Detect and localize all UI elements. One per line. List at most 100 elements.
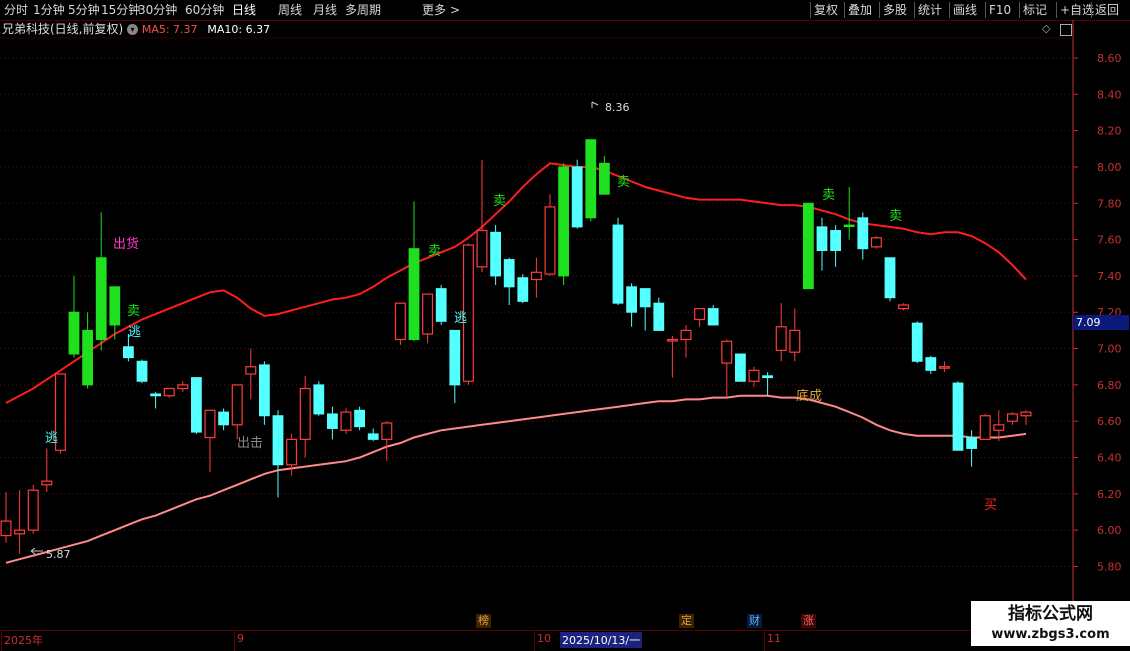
- toolbar-button-8[interactable]: 返回: [1095, 2, 1119, 18]
- candle-body: [680, 329, 692, 341]
- chevron-right-icon[interactable]: >: [450, 2, 460, 18]
- toolbar-button-4[interactable]: 画线: [953, 2, 977, 18]
- toolbar-separator: [1091, 2, 1092, 18]
- axis-tick-label: 6.80: [1097, 379, 1122, 392]
- candle-body: [313, 384, 325, 415]
- axis-tick-label: 5.80: [1097, 560, 1122, 573]
- axis-tick-label: 7.60: [1097, 234, 1122, 247]
- date-label: 9: [237, 632, 244, 645]
- period-1[interactable]: 1分钟: [33, 2, 65, 18]
- toolbar-button-0[interactable]: 复权: [814, 2, 838, 18]
- event-marker[interactable]: 定: [679, 614, 694, 628]
- axis-tick-label: 6.60: [1097, 415, 1122, 428]
- high-marker: [591, 101, 599, 108]
- candle-body: [41, 480, 53, 486]
- more-periods-button[interactable]: 更多: [422, 2, 446, 18]
- toolbar-button-6[interactable]: 标记: [1023, 2, 1047, 18]
- candle-body: [204, 409, 216, 439]
- axis-tick-label: 8.00: [1097, 161, 1122, 174]
- date-label: 2025年: [4, 634, 43, 647]
- event-marker[interactable]: 涨: [801, 614, 816, 628]
- candle-body: [394, 302, 406, 341]
- axis-tick-label: 8.20: [1097, 125, 1122, 138]
- candle-body: [952, 382, 964, 451]
- candle-body: [1020, 411, 1032, 417]
- escape-signal: 逃: [454, 311, 467, 326]
- axis-tick-label: 6.40: [1097, 452, 1122, 465]
- toolbar-separator: [844, 2, 845, 18]
- sell-signal: 卖: [617, 175, 630, 190]
- sell-signal: 卖: [428, 244, 441, 259]
- period-2[interactable]: 5分钟: [68, 2, 100, 18]
- candle-body: [1006, 413, 1018, 422]
- period-6[interactable]: 日线: [232, 2, 256, 18]
- period-8[interactable]: 月线: [313, 2, 337, 18]
- toolbar-button-2[interactable]: 多股: [883, 2, 907, 18]
- candle-body: [272, 415, 284, 466]
- toolbar-separator: [949, 2, 950, 18]
- axis-tick-label: 6.20: [1097, 488, 1122, 501]
- date-tick: [534, 631, 535, 651]
- sell-signal: 卖: [822, 188, 835, 203]
- bottom-signal: 底成: [796, 388, 822, 404]
- candle-body: [830, 230, 841, 251]
- date-axis: 2025年 9 10 2025/10/13/一 11: [0, 630, 1130, 651]
- candle-body: [435, 288, 447, 322]
- candle-body: [503, 259, 515, 288]
- escape-signal: 逃: [45, 431, 58, 446]
- candle-body: [408, 248, 420, 340]
- candle-body: [979, 415, 991, 440]
- candle-body: [884, 257, 896, 299]
- candle-body: [109, 286, 121, 326]
- candle-body: [218, 411, 229, 426]
- candle-body: [245, 366, 257, 375]
- candle-body: [639, 288, 651, 308]
- period-5[interactable]: 60分钟: [185, 2, 224, 18]
- cursor-date-label: 2025/10/13/一: [560, 632, 643, 648]
- period-9[interactable]: 多周期: [345, 2, 381, 18]
- candle-body: [422, 293, 434, 335]
- period-7[interactable]: 周线: [278, 2, 302, 18]
- period-3[interactable]: 15分钟: [101, 2, 140, 18]
- candle-body: [666, 338, 678, 342]
- period-0[interactable]: 分时: [4, 2, 28, 18]
- event-marker[interactable]: 榜: [476, 614, 491, 628]
- event-marker[interactable]: 财: [747, 614, 762, 628]
- toolbar-separator: [1019, 2, 1020, 18]
- toolbar-button-5[interactable]: F10: [989, 2, 1011, 18]
- axis-tick-label: 6.00: [1097, 524, 1122, 537]
- candle-body: [367, 433, 379, 440]
- period-4[interactable]: 30分钟: [138, 2, 177, 18]
- candle-body: [558, 166, 569, 277]
- candle-body: [259, 364, 270, 417]
- candle-body: [381, 422, 393, 440]
- candle-body: [95, 257, 107, 340]
- toolbar-button-7[interactable]: +自选: [1060, 2, 1094, 18]
- candle-body: [762, 375, 773, 379]
- axis-tick-label: 7.80: [1097, 197, 1122, 210]
- escape-signal: 逃: [128, 325, 141, 340]
- candle-body: [490, 231, 501, 277]
- candle-body: [177, 384, 189, 390]
- ma-red-line: [5, 162, 1027, 404]
- toolbar-separator: [810, 2, 811, 18]
- candle-body: [517, 277, 529, 302]
- candle-body: [585, 139, 597, 219]
- candle-body: [286, 438, 298, 466]
- candle-body: [870, 237, 882, 248]
- candle-body: [27, 489, 39, 531]
- sell-signal: 卖: [127, 304, 140, 319]
- candle-body: [327, 413, 338, 429]
- high-price-label: 8.36: [605, 101, 630, 114]
- axis-tick-label: 7.00: [1097, 343, 1122, 356]
- watermark-logo: 指标公式网 www.zbgs3.com: [971, 601, 1130, 646]
- candle-body: [966, 437, 977, 449]
- candle-body: [136, 360, 148, 382]
- watermark-line2: www.zbgs3.com: [991, 627, 1110, 642]
- candle-body: [231, 384, 243, 426]
- toolbar-button-1[interactable]: 叠加: [848, 2, 872, 18]
- candle-body: [68, 311, 80, 355]
- candle-body: [707, 308, 719, 326]
- candle-body: [191, 377, 202, 433]
- toolbar-button-3[interactable]: 统计: [918, 2, 942, 18]
